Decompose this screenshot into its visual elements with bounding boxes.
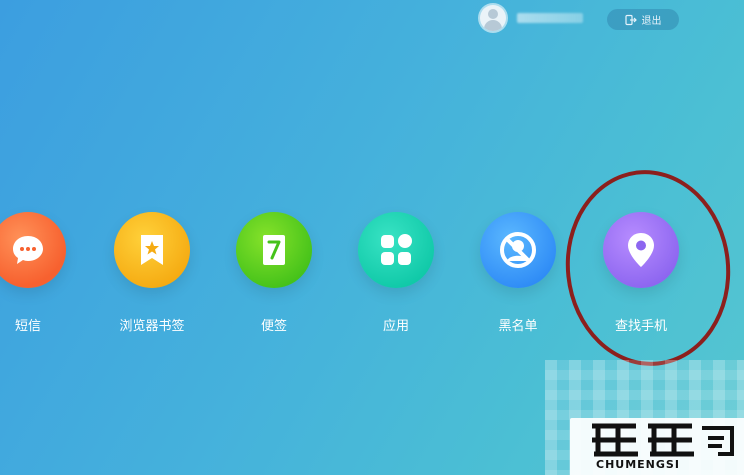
- chat-bubble-icon: [13, 236, 43, 264]
- watermark: CHUMENGSI: [570, 418, 744, 475]
- blocked-user-icon: [500, 232, 536, 268]
- watermark-mark-icon: [702, 426, 734, 456]
- app-browser-bookmarks[interactable]: 浏览器书签: [102, 212, 202, 334]
- app-sms[interactable]: 短信: [0, 212, 78, 334]
- app-applications[interactable]: 应用: [346, 212, 446, 334]
- watermark-text: CHUMENGSI: [596, 458, 680, 471]
- bookmarks-circle[interactable]: [114, 212, 190, 288]
- app-label-bookmarks: 浏览器书签: [119, 319, 185, 334]
- watermark-logo-icon: [592, 423, 694, 457]
- app-blacklist[interactable]: 黑名单: [468, 212, 568, 334]
- app-label-blacklist: 黑名单: [498, 319, 538, 334]
- app-label-notes: 便签: [260, 319, 287, 334]
- bookmark-star-icon: [141, 235, 163, 265]
- app-label-sms: 短信: [14, 319, 41, 334]
- notes-circle[interactable]: [236, 212, 312, 288]
- sms-circle[interactable]: [0, 212, 66, 288]
- blacklist-circle[interactable]: [480, 212, 556, 288]
- app-notes[interactable]: 便签: [224, 212, 324, 334]
- applications-circle[interactable]: [358, 212, 434, 288]
- note-pen-icon: [263, 235, 285, 265]
- apps-grid-icon: [381, 234, 412, 265]
- app-label-applications: 应用: [382, 319, 409, 334]
